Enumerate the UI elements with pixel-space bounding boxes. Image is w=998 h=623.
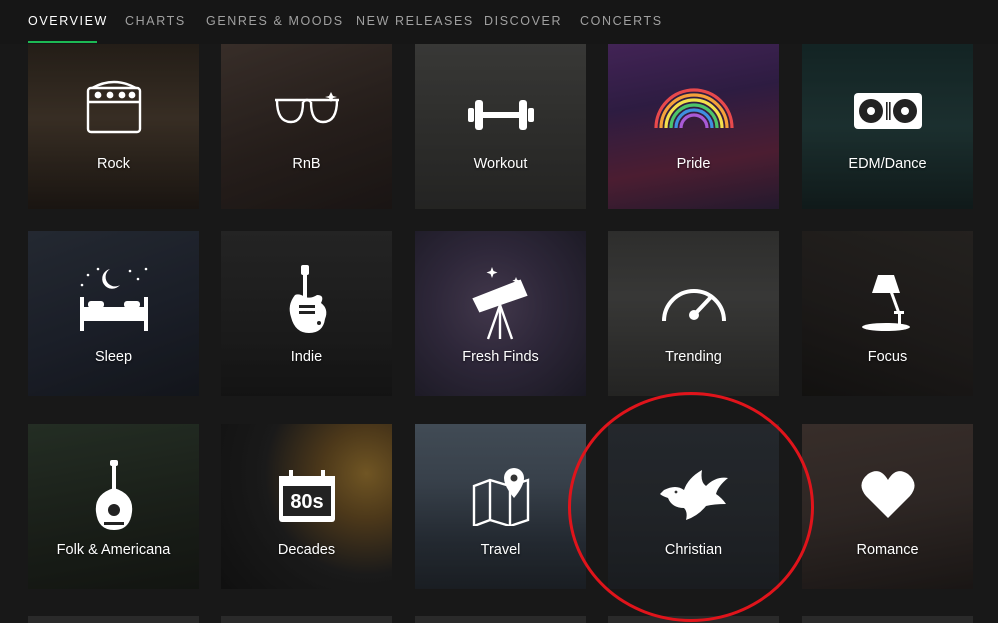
- category-label: Travel: [480, 542, 521, 558]
- rainbow-icon: [608, 84, 779, 130]
- tab-concerts[interactable]: CONCERTS: [580, 14, 663, 28]
- next-row-tile[interactable]: [28, 616, 199, 623]
- tab-overview[interactable]: OVERVIEW: [28, 14, 108, 28]
- next-row-tile[interactable]: [221, 616, 392, 623]
- tab-discover[interactable]: DISCOVER: [484, 14, 562, 28]
- category-label: Christian: [664, 542, 723, 558]
- category-tile-romance[interactable]: Romance: [802, 424, 973, 589]
- category-tile-focus[interactable]: Focus: [802, 231, 973, 396]
- category-tile-edm-dance[interactable]: EDM/Dance: [802, 44, 973, 209]
- category-label: Decades: [277, 542, 336, 558]
- category-label: Indie: [290, 349, 323, 365]
- category-label: EDM/Dance: [848, 156, 927, 172]
- category-label: Focus: [867, 349, 908, 365]
- category-tile-workout[interactable]: Workout: [415, 44, 586, 209]
- desk-lamp-icon: [802, 271, 973, 331]
- category-tile-trending[interactable]: Trending: [608, 231, 779, 396]
- electric-guitar-icon: [221, 265, 392, 337]
- tab-charts[interactable]: CHARTS: [125, 14, 186, 28]
- decades-icon-text: 80s: [290, 491, 323, 513]
- category-tile-decades[interactable]: 80s Decades: [221, 424, 392, 589]
- heart-icon: [802, 470, 973, 520]
- category-label: Pride: [676, 156, 711, 172]
- category-tile-folk-americana[interactable]: Folk & Americana: [28, 424, 199, 589]
- tab-genres-moods[interactable]: GENRES & MOODS: [206, 14, 344, 28]
- telescope-icon: [415, 265, 586, 343]
- mandolin-icon: [28, 460, 199, 532]
- category-label: RnB: [292, 156, 321, 172]
- category-tile-travel[interactable]: Travel: [415, 424, 586, 589]
- category-label: Trending: [665, 349, 722, 365]
- tab-new-releases[interactable]: NEW RELEASES: [356, 14, 474, 28]
- category-tile-indie[interactable]: Indie: [221, 231, 392, 396]
- sunglasses-icon: [221, 88, 392, 128]
- category-tile-sleep[interactable]: Sleep: [28, 231, 199, 396]
- dumbbell-icon: [415, 98, 586, 132]
- next-row-tile[interactable]: [802, 616, 973, 623]
- category-label: Workout: [473, 156, 528, 172]
- calendar-80s-icon: 80s: [221, 470, 392, 524]
- map-pin-icon: [415, 466, 586, 526]
- next-row-tile[interactable]: [608, 616, 779, 623]
- category-tile-pride[interactable]: Pride: [608, 44, 779, 209]
- bed-moon-icon: [28, 263, 199, 337]
- browse-tabs: OVERVIEW CHARTS GENRES & MOODS NEW RELEA…: [0, 0, 998, 44]
- turntable-icon: [802, 92, 973, 130]
- category-tile-fresh-finds[interactable]: Fresh Finds: [415, 231, 586, 396]
- dove-icon: [608, 468, 779, 524]
- category-tile-rnb[interactable]: RnB: [221, 44, 392, 209]
- category-label: Folk & Americana: [56, 542, 171, 558]
- gauge-icon: [608, 277, 779, 325]
- category-tile-rock[interactable]: Rock: [28, 44, 199, 209]
- category-label: Romance: [856, 542, 919, 558]
- next-row-tile[interactable]: [415, 616, 586, 623]
- category-label: Sleep: [94, 349, 133, 365]
- category-label: Fresh Finds: [462, 349, 539, 365]
- amplifier-icon: [28, 80, 199, 138]
- category-label: Rock: [96, 156, 131, 172]
- category-tile-christian[interactable]: Christian: [608, 424, 779, 589]
- active-tab-indicator: [28, 41, 97, 43]
